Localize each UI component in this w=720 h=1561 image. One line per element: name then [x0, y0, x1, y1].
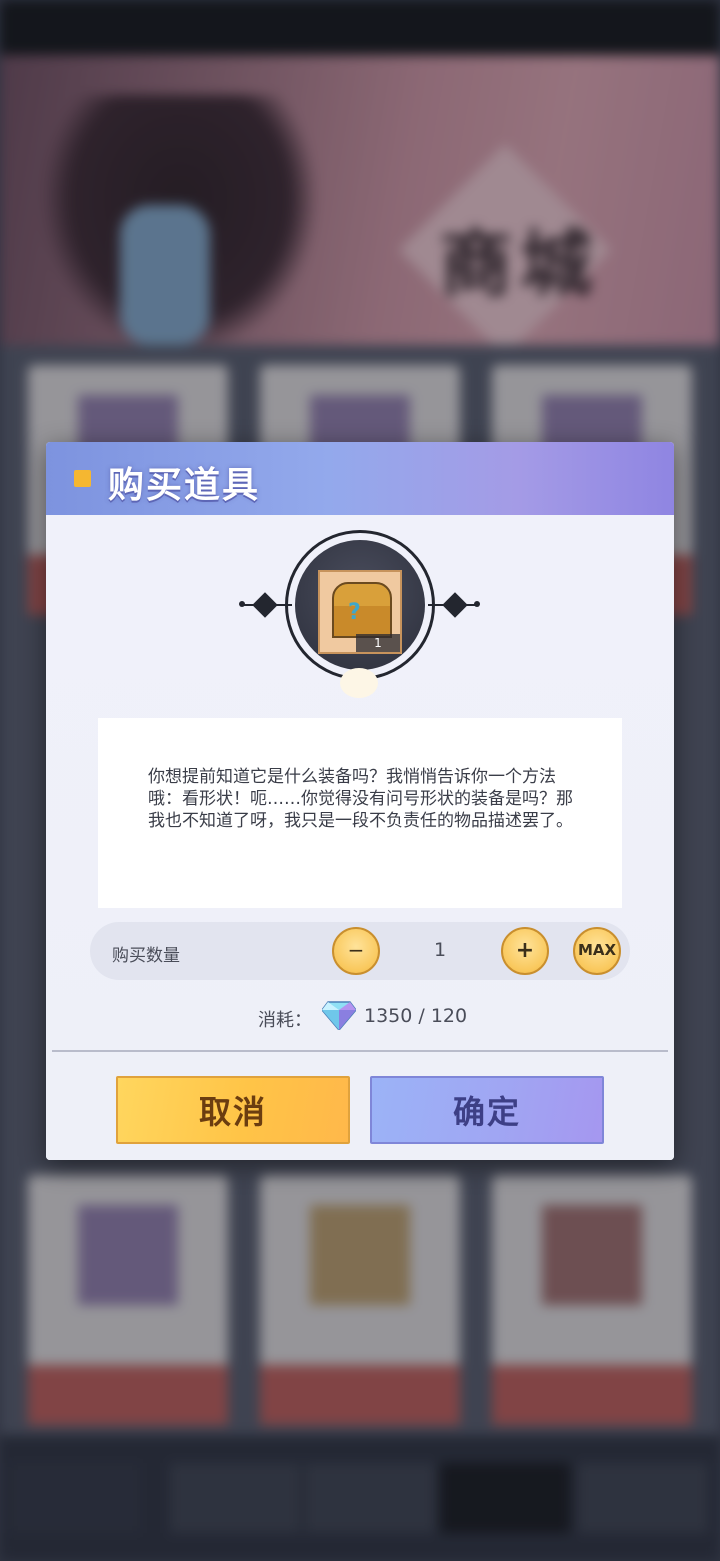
- quantity-value[interactable]: 1: [420, 939, 460, 961]
- confirm-button[interactable]: 确定: [370, 1076, 604, 1144]
- header-mark-icon: [74, 470, 91, 487]
- emblem-dot-right: [474, 601, 480, 607]
- divider: [52, 1050, 668, 1052]
- treasure-chest-icon[interactable]: ? 1: [318, 570, 402, 654]
- emblem-diamond-left: [252, 592, 278, 618]
- max-button[interactable]: MAX: [573, 927, 621, 975]
- decrease-button[interactable]: −: [332, 927, 380, 975]
- emblem-diamond-right: [442, 592, 468, 618]
- item-description: 你想提前知道它是什么装备吗？我悄悄告诉你一个方法哦：看形状！呃……你觉得没有问号…: [148, 767, 573, 831]
- dialog-footer: 取消 确定: [46, 1060, 674, 1160]
- emblem-bubble: [340, 668, 378, 698]
- diamond-gem-icon: [322, 1001, 356, 1030]
- item-count: 1: [356, 634, 400, 652]
- cancel-button[interactable]: 取消: [116, 1076, 350, 1144]
- purchase-dialog: 购买道具 ? 1 你想提前知道它是什么装备吗？我悄悄告诉你一个方法哦：看形状！呃…: [46, 442, 674, 1160]
- item-description-box: 你想提前知道它是什么装备吗？我悄悄告诉你一个方法哦：看形状！呃……你觉得没有问号…: [98, 718, 622, 908]
- dialog-header: 购买道具: [46, 442, 674, 515]
- cost-value: 1350 / 120: [364, 1005, 468, 1027]
- cost-label: 消耗：: [258, 1010, 312, 1031]
- question-mark-icon: ?: [348, 600, 361, 625]
- screen: 商城 购买道具 ? 1 你想提前知道它是什么装备吗？我悄悄告诉你一个方法哦：看形…: [0, 0, 720, 1561]
- increase-button[interactable]: +: [501, 927, 549, 975]
- dialog-title: 购买道具: [108, 465, 261, 506]
- quantity-stepper: 购买数量 − 1 + MAX: [90, 922, 630, 980]
- quantity-label: 购买数量: [112, 946, 180, 966]
- emblem-dot-left: [239, 601, 245, 607]
